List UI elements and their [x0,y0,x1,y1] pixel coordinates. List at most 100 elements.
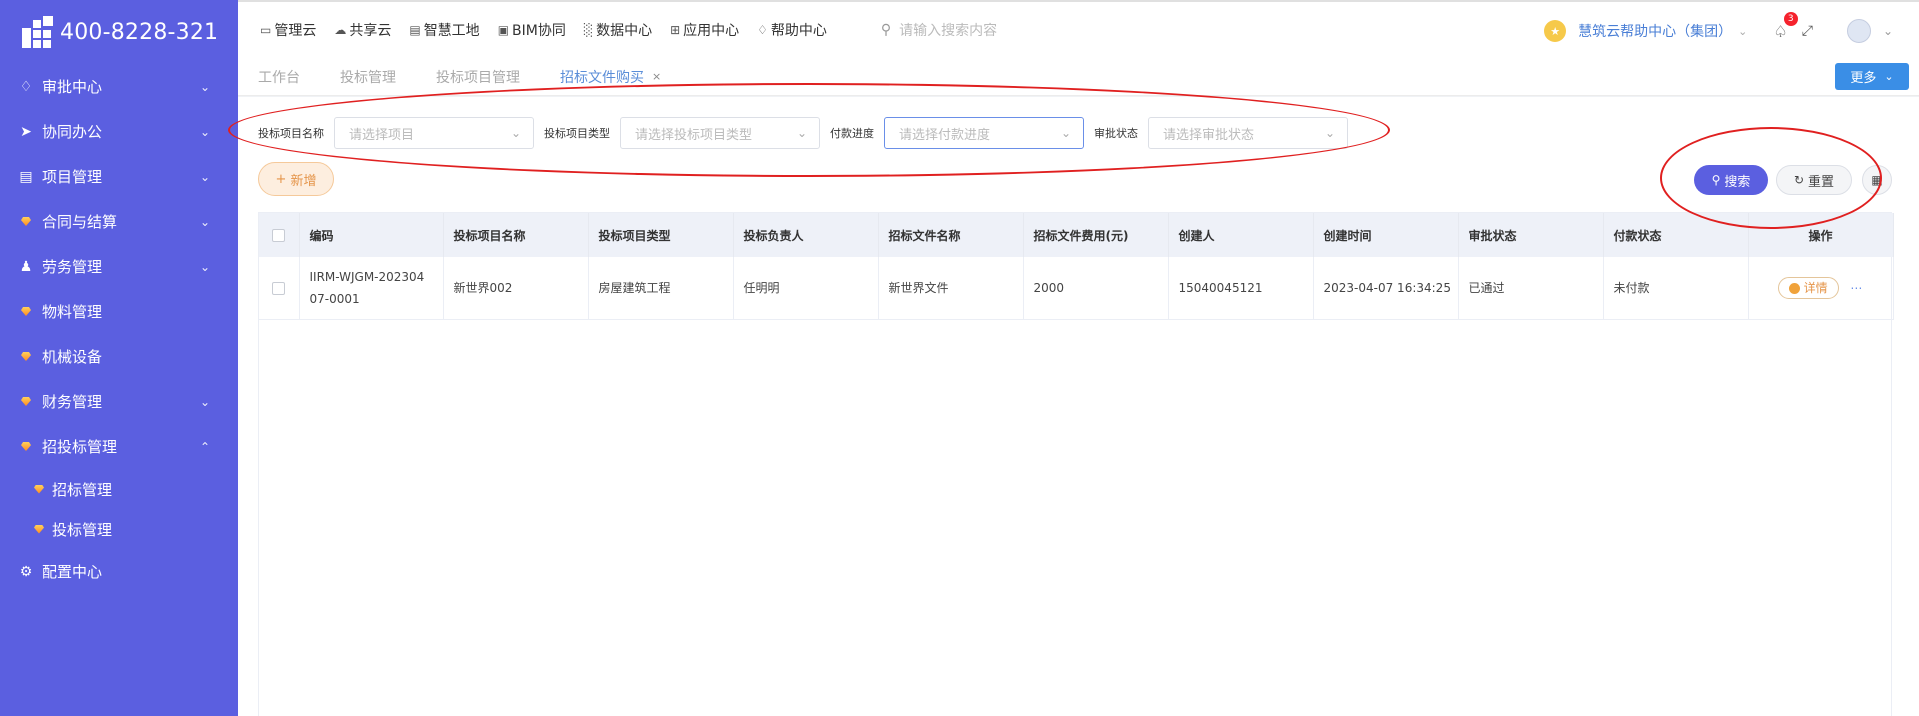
cell-code: IIRM-WJGM-202304 07-0001 [299,257,444,320]
logo[interactable]: 400-8228-321 [0,0,238,64]
logo-mark-icon [22,16,54,48]
notification-badge: 3 [1783,11,1798,26]
sidebar: 400-8228-321 ♢ 审批中心 ⌄ ➤ 协同办公 ⌄ ▤ 项目管理 ⌄ … [0,0,238,716]
search-button[interactable]: ⚲ 搜索 [1694,165,1768,195]
column-header: 投标项目名称 [443,213,589,257]
search-label: 搜索 [1724,174,1751,190]
chevron-down-icon: ⌄ [1324,126,1335,140]
gem-icon [16,352,36,361]
project-name-select[interactable]: 请选择项目 ⌄ [334,117,534,149]
gem-icon [16,307,36,316]
project-type-select[interactable]: 请选择投标项目类型 ⌄ [620,117,820,149]
topnav-label: 共享云 [349,23,392,39]
approval-status-select[interactable]: 请选择审批状态 ⌄ [1148,117,1348,149]
chevron-down-icon: ⌄ [199,169,210,184]
avatar[interactable] [1846,19,1871,43]
sidebar-item-finance[interactable]: 财务管理 ⌄ [0,379,238,424]
sidebar-item-approval[interactable]: ♢ 审批中心 ⌄ [0,64,238,109]
add-button[interactable]: + 新增 [258,162,334,196]
tab-workbench[interactable]: 工作台 [258,58,300,96]
top-bar: ▭ 管理云 ☁ 共享云 ▤ 智慧工地 ▣ BIM协同 ░ 数据中心 ⊞ 应用中心 [238,0,1919,58]
column-header: 创建时间 [1313,213,1459,257]
more-button[interactable]: 更多 ⌄ [1835,63,1909,90]
detail-button[interactable]: 详情 [1777,277,1839,299]
global-search-input[interactable]: ⚲ 请输入搜索内容 [881,20,997,40]
sidebar-item-bidding[interactable]: 招投标管理 ⌃ [0,424,238,469]
topnav-help-center[interactable]: ♢ 帮助中心 [757,20,827,40]
sidebar-item-config[interactable]: ⚙ 配置中心 [0,549,238,594]
payment-progress-select[interactable]: 请选择付款进度 ⌄ [884,117,1084,149]
topnav-share-cloud[interactable]: ☁ 共享云 [334,20,391,40]
reset-button[interactable]: ↻ 重置 [1776,165,1852,195]
chevron-down-icon[interactable]: ⌄ [1883,24,1893,38]
column-header: 招标文件费用(元) [1023,213,1169,257]
sidebar-item-collab[interactable]: ➤ 协同办公 ⌄ [0,109,238,154]
topnav-label: 应用中心 [683,23,740,39]
tab-tender-document-purchase[interactable]: 招标文件购买 × [560,58,661,96]
sidebar-item-labor[interactable]: ♟ 劳务管理 ⌄ [0,244,238,289]
column-header: 审批状态 [1458,213,1604,257]
filter-bar: 投标项目名称 请选择项目 ⌄ 投标项目类型 请选择投标项目类型 ⌄ 付款进度 请… [258,117,1358,149]
column-header: 操作 [1748,213,1894,257]
row-checkbox[interactable] [259,257,300,320]
bell-icon: ♢ [19,78,33,95]
grid-icon: ⊞ [670,23,681,37]
refresh-icon: ↻ [1793,173,1805,187]
topnav-data-center[interactable]: ░ 数据中心 [584,20,652,40]
tab-bid-management[interactable]: 投标管理 [340,58,396,96]
topnav-bim[interactable]: ▣ BIM协同 [498,20,566,40]
sidebar-item-project[interactable]: ▤ 项目管理 ⌄ [0,154,238,199]
sidebar-item-contract[interactable]: 合同与结算 ⌄ [0,199,238,244]
sidebar-item-material[interactable]: 物料管理 [0,289,238,334]
select-placeholder: 请选择审批状态 [1163,127,1255,143]
sidebar-item-machinery[interactable]: 机械设备 [0,334,238,379]
tab-label: 投标管理 [340,69,396,86]
column-header: 投标负责人 [733,213,879,257]
app-window: 400-8228-321 ♢ 审批中心 ⌄ ➤ 协同办公 ⌄ ▤ 项目管理 ⌄ … [0,0,1919,716]
notification-button[interactable]: ♤ 3 [1773,11,1798,41]
tab-bid-project-management[interactable]: 投标项目管理 [436,58,520,96]
bar-chart-icon: ░ [583,23,594,37]
sidebar-item-label: 机械设备 [42,348,103,366]
chevron-up-icon: ⌃ [199,439,210,454]
book-icon: ▤ [19,168,33,185]
chevron-down-icon: ⌄ [796,126,807,140]
plus-icon: + [275,171,287,187]
cell-approval-status: 已通过 [1458,257,1604,320]
cube-icon: ▣ [497,23,510,37]
column-settings-icon[interactable]: ▦ [1862,165,1892,195]
topnav-smart-site[interactable]: ▤ 智慧工地 [409,20,479,40]
cell-project-name: 新世界002 [443,257,589,320]
column-header: 招标文件名称 [878,213,1024,257]
tab-label: 招标文件购买 [560,69,644,86]
main-content: 投标项目名称 请选择项目 ⌄ 投标项目类型 请选择投标项目类型 ⌄ 付款进度 请… [238,97,1919,716]
top-nav: ▭ 管理云 ☁ 共享云 ▤ 智慧工地 ▣ BIM协同 ░ 数据中心 ⊞ 应用中心 [238,20,845,40]
more-actions-icon[interactable]: ⋯ [1850,277,1863,299]
detail-label: 详情 [1803,281,1828,295]
search-icon: ⚲ [1711,173,1721,187]
chevron-down-icon: ⌄ [1738,24,1748,38]
topnav-app-center[interactable]: ⊞ 应用中心 [670,20,739,40]
close-icon[interactable]: × [652,70,661,83]
topnav-management-cloud[interactable]: ▭ 管理云 [260,20,316,40]
org-switcher[interactable]: ★ 慧筑云帮助中心（集团） ⌄ [1544,20,1747,42]
select-all-checkbox[interactable] [259,213,300,257]
doc-icon: ▭ [260,23,272,37]
sidebar-menu: ♢ 审批中心 ⌄ ➤ 协同办公 ⌄ ▤ 项目管理 ⌄ 合同与结算 ⌄ ♟ 劳务管… [0,64,238,594]
sidebar-subitem-bid[interactable]: 投标管理 [0,509,238,549]
column-header: 投标项目类型 [588,213,734,257]
filter-label: 投标项目名称 [258,127,324,140]
fullscreen-icon[interactable]: ⤢ [1802,23,1813,39]
filter-label: 付款进度 [830,127,874,140]
gem-icon [30,484,48,494]
chevron-down-icon: ⌄ [199,214,210,229]
sidebar-item-label: 物料管理 [42,303,103,321]
topnav-label: 数据中心 [596,23,653,39]
send-icon: ➤ [20,123,32,140]
gem-icon [16,397,36,406]
sidebar-item-label: 劳务管理 [42,258,103,276]
sidebar-subitem-tender[interactable]: 招标管理 [0,469,238,509]
cell-created-at: 2023-04-07 16:34:25 [1313,257,1459,320]
column-header: 创建人 [1168,213,1314,257]
gear-icon: ⚙ [19,563,33,580]
